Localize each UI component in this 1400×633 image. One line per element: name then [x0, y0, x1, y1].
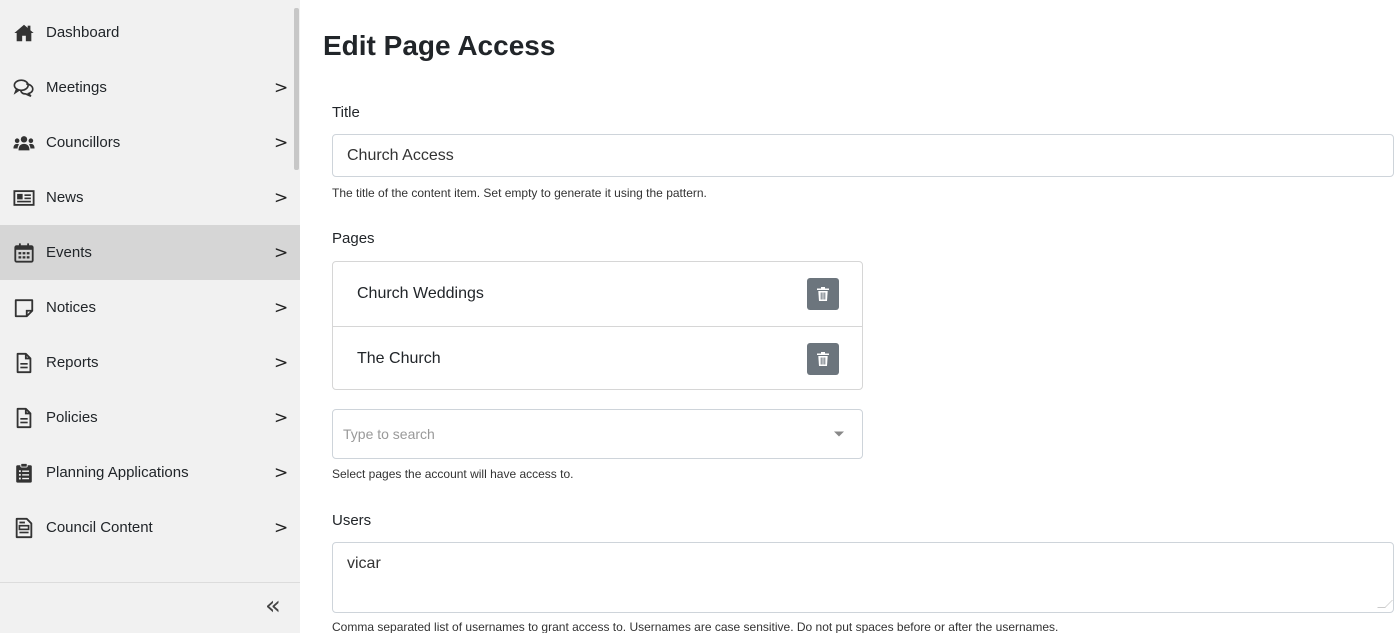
- sidebar-item-council-content[interactable]: Council Content >: [0, 500, 300, 555]
- sidebar-item-label: Councillors: [46, 134, 121, 151]
- list-item: The Church: [333, 326, 862, 390]
- sidebar-item-label: Notices: [46, 299, 97, 316]
- comments-icon: [10, 77, 38, 99]
- page-title: Edit Page Access: [323, 30, 556, 61]
- sidebar-item-label: Council Content: [46, 519, 153, 536]
- chevron-right-icon: >: [274, 132, 289, 153]
- chevron-right-icon: >: [274, 352, 289, 373]
- file-text-icon: [10, 407, 38, 429]
- sidebar-item-dashboard[interactable]: Dashboard: [0, 5, 300, 60]
- sidebar-footer: «: [0, 582, 300, 633]
- sidebar-item-planning-applications[interactable]: Planning Applications >: [0, 445, 300, 500]
- pages-label: Pages: [332, 230, 375, 247]
- users-textarea-value: vicar: [347, 555, 381, 572]
- sidebar-menu: Dashboard Meetings > Councillors > News …: [0, 5, 300, 555]
- title-input[interactable]: Church Access: [332, 134, 1394, 177]
- remove-page-button[interactable]: [807, 342, 839, 375]
- sidebar-item-reports[interactable]: Reports >: [0, 335, 300, 390]
- resize-handle-icon[interactable]: [1377, 600, 1393, 608]
- page-name: Church Weddings: [357, 285, 484, 302]
- users-textarea[interactable]: vicar: [332, 542, 1394, 613]
- title-label: Title: [332, 104, 360, 121]
- home-icon: [10, 22, 38, 44]
- users-help-text: Comma separated list of usernames to gra…: [332, 620, 1059, 633]
- file-text-icon: [10, 352, 38, 374]
- sticky-note-icon: [10, 297, 38, 319]
- page-search-select[interactable]: Type to search: [332, 409, 863, 459]
- sidebar-item-label: Dashboard: [46, 24, 120, 41]
- remove-page-button[interactable]: [807, 278, 839, 310]
- sidebar: Dashboard Meetings > Councillors > News …: [0, 0, 300, 633]
- sidebar-item-label: Policies: [46, 409, 98, 426]
- sidebar-item-label: Events: [46, 244, 92, 261]
- clipboard-list-icon: [10, 462, 38, 484]
- calendar-icon: [10, 242, 38, 264]
- chevron-right-icon: >: [274, 297, 289, 318]
- trash-icon: [817, 287, 829, 301]
- page-name: The Church: [357, 349, 441, 367]
- sidebar-item-events[interactable]: Events >: [0, 225, 300, 280]
- chevron-right-icon: >: [274, 242, 289, 263]
- sidebar-item-news[interactable]: News >: [0, 170, 300, 225]
- trash-icon: [817, 351, 829, 366]
- sidebar-item-label: News: [46, 189, 84, 206]
- chevron-right-icon: >: [274, 187, 289, 208]
- newspaper-icon: [10, 187, 38, 209]
- collapse-sidebar-button[interactable]: «: [265, 593, 281, 619]
- users-label: Users: [332, 512, 372, 529]
- list-item: Church Weddings: [333, 262, 862, 326]
- title-help-text: The title of the content item. Set empty…: [332, 186, 707, 200]
- sidebar-item-notices[interactable]: Notices >: [0, 280, 300, 335]
- pages-help-text: Select pages the account will have acces…: [332, 467, 574, 481]
- selected-pages-list: Church Weddings The Church: [332, 261, 863, 390]
- sidebar-item-label: Reports: [46, 354, 99, 371]
- chevron-right-icon: >: [274, 407, 289, 428]
- file-list-icon: [10, 517, 38, 539]
- main-content: Edit Page Access Title Church Access The…: [323, 0, 1394, 633]
- chevron-right-icon: >: [274, 517, 289, 538]
- title-input-value: Church Access: [347, 146, 454, 164]
- sidebar-item-meetings[interactable]: Meetings >: [0, 60, 300, 115]
- sidebar-scrollbar[interactable]: [294, 8, 299, 170]
- chevron-right-icon: >: [274, 77, 289, 98]
- chevron-right-icon: >: [274, 462, 289, 483]
- sidebar-item-label: Meetings: [46, 79, 107, 96]
- caret-down-icon: [834, 431, 844, 437]
- sidebar-item-label: Planning Applications: [46, 464, 189, 481]
- search-placeholder: Type to search: [343, 426, 435, 442]
- sidebar-item-policies[interactable]: Policies >: [0, 390, 300, 445]
- users-icon: [10, 132, 38, 154]
- sidebar-item-councillors[interactable]: Councillors >: [0, 115, 300, 170]
